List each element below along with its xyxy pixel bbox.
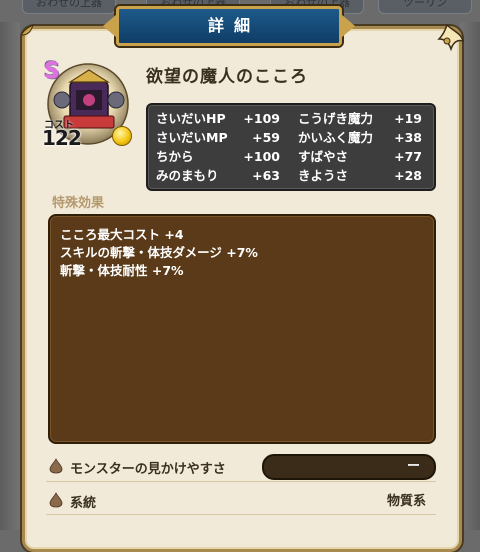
background-tab-4[interactable]: ツーリン (378, 0, 472, 14)
system-label: 系統 (70, 496, 97, 511)
effect-item: スキルの斬撃・体技ダメージ +7% (60, 245, 258, 260)
stat-name: ちから (156, 149, 194, 164)
stat-name: すばやさ (298, 149, 349, 164)
stat-max-mp: さいだいMP +59 (156, 128, 280, 147)
background-left-edge (0, 22, 20, 530)
stat-value: +38 (394, 130, 422, 145)
special-effects-box[interactable]: こころ最大コスト +4 スキルの斬撃・体技ダメージ +7% 斬撃・体技耐性 +7… (48, 214, 436, 444)
effect-item: 斬撃・体技耐性 +7% (60, 263, 184, 278)
corner-ornament-icon (437, 23, 465, 52)
stat-strength: ちから +100 (156, 147, 280, 166)
stat-defense: みのまもり +63 (156, 166, 280, 185)
monster-visibility-label: モンスターの見かけやすさ (70, 462, 226, 477)
cost-value: 122 (42, 126, 82, 150)
stat-value: +100 (243, 149, 280, 164)
stat-name: さいだいMP (156, 130, 228, 145)
divider (46, 514, 436, 515)
title-banner: 詳細 (103, 6, 355, 46)
system-value: 物質系 (386, 494, 426, 509)
stat-name: みのまもり (156, 168, 219, 183)
stat-healing-magic: かいふく魔力 +38 (298, 128, 422, 147)
divider (46, 481, 436, 482)
stat-value: +77 (394, 149, 422, 164)
gold-coin-icon (112, 126, 132, 146)
stat-agility: すばやさ +77 (298, 147, 422, 166)
special-effects-label: 特殊効果 (52, 196, 105, 211)
monster-visibility-bar: ー (262, 454, 436, 480)
stat-value: +59 (252, 130, 280, 145)
monster-visibility-value: ー (406, 459, 420, 474)
background-tab-1[interactable]: おわせの上器 (22, 0, 116, 14)
effect-item: こころ最大コスト +4 (60, 227, 184, 242)
background-right-edge (460, 22, 480, 530)
stat-name: こうげき魔力 (298, 111, 374, 126)
stat-name: かいふく魔力 (298, 130, 374, 145)
stats-box: さいだいHP +109 こうげき魔力 +19 さいだいMP +59 かいふく魔力… (146, 103, 436, 191)
stat-value: +28 (394, 168, 422, 183)
drop-icon (49, 458, 63, 474)
stat-name: さいだいHP (156, 111, 226, 126)
stat-name: きようさ (298, 168, 349, 183)
stat-max-hp: さいだいHP +109 (156, 109, 280, 128)
stat-attack-magic: こうげき魔力 +19 (298, 109, 422, 128)
page-title: 詳細 (207, 16, 260, 35)
stat-value: +109 (243, 111, 280, 126)
heart-name: 欲望の魔人のこころ (146, 67, 308, 87)
drop-icon (49, 492, 63, 508)
rank-badge: S (44, 59, 60, 84)
stat-value: +63 (252, 168, 280, 183)
stat-value: +19 (394, 111, 422, 126)
stat-dexterity: きようさ +28 (298, 166, 422, 185)
corner-ornament-left-icon (20, 24, 34, 36)
